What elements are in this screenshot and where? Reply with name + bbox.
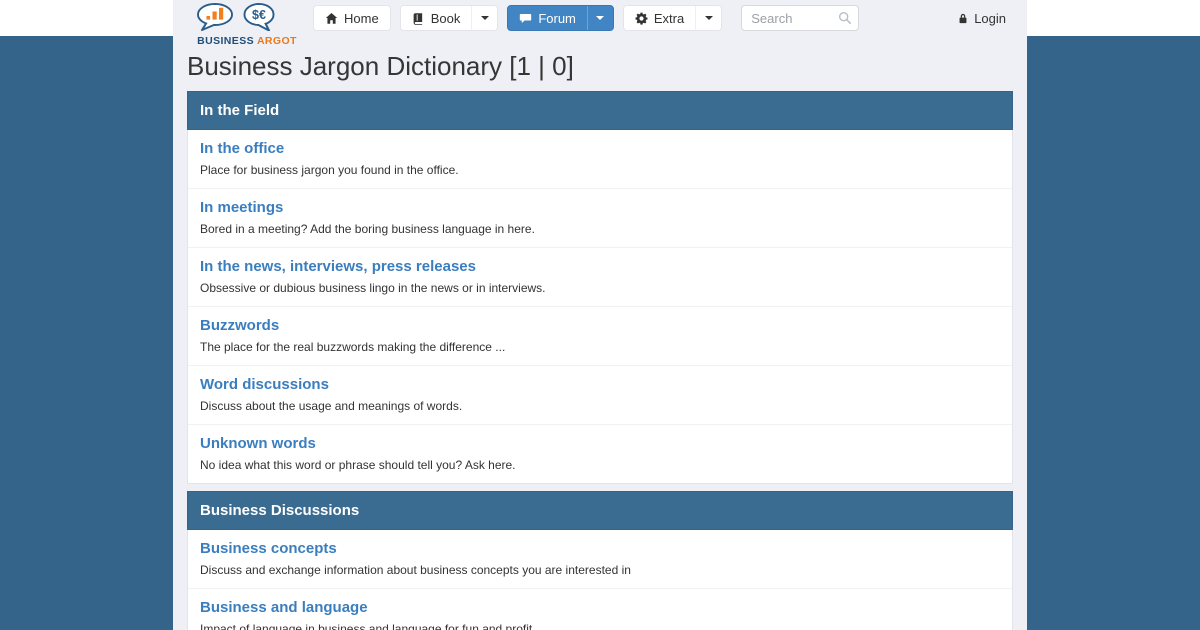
nav-book: Book [400,5,499,31]
nav-extra: Extra [623,5,722,31]
brand-symbols: $€ [252,8,266,22]
brand-bubbles-icon: $€ [193,3,301,31]
chevron-down-icon [705,16,713,20]
search-icon[interactable] [838,11,852,25]
brand-name-secondary: ARGOT [257,35,297,47]
section-items: In the office Place for business jargon … [188,130,1012,483]
nav-extra-button[interactable]: Extra [624,6,695,30]
nav-extra-label: Extra [654,11,684,26]
forum-row: Business concepts Discuss and exchange i… [188,530,1012,589]
section-header-label: In the Field [200,102,279,119]
nav-book-button[interactable]: Book [401,6,472,30]
forum-row: Business and language Impact of language… [188,589,1012,630]
login-label: Login [974,11,1006,26]
brand-logo[interactable]: $€ BUSINESS ARGOT [187,3,307,47]
nav-home-button[interactable]: Home [314,6,390,30]
home-icon [325,12,338,25]
forum-section-panel: Business Discussions Business concepts D… [187,491,1013,630]
forum-sections: In the Field In the office Place for bus… [173,91,1027,630]
forum-title-link[interactable]: Buzzwords [200,317,279,334]
chevron-down-icon [481,16,489,20]
forum-description: The place for the real buzzwords making … [200,340,1000,354]
section-header-label: Business Discussions [200,502,359,519]
nav-book-label: Book [431,11,461,26]
forum-title-link[interactable]: Business concepts [200,540,337,557]
nav-forum-dropdown-toggle[interactable] [587,6,613,30]
nav-forum: Forum [507,5,614,31]
login-button[interactable]: Login [957,11,1006,26]
forum-row: In meetings Bored in a meeting? Add the … [188,189,1012,248]
forum-description: No idea what this word or phrase should … [200,458,1000,472]
forum-description: Discuss and exchange information about b… [200,563,1000,577]
forum-description: Obsessive or dubious business lingo in t… [200,281,1000,295]
forum-row: In the news, interviews, press releases … [188,248,1012,307]
forum-title-link[interactable]: Business and language [200,599,368,616]
nav-book-dropdown-toggle[interactable] [471,6,497,30]
page-title: Business Jargon Dictionary [1 | 0] [187,51,1013,81]
search-box [741,5,859,31]
forum-title-link[interactable]: In meetings [200,199,283,216]
forum-title-link[interactable]: Word discussions [200,376,329,393]
forum-section-panel: In the Field In the office Place for bus… [187,91,1013,484]
gear-icon [635,12,648,25]
section-header: Business Discussions [187,491,1013,530]
brand-name-primary: BUSINESS [197,35,254,47]
nav-forum-label: Forum [538,11,576,26]
section-items: Business concepts Discuss and exchange i… [188,530,1012,630]
brand-name: BUSINESS ARGOT [187,36,307,47]
forum-row: Unknown words No idea what this word or … [188,425,1012,483]
forum-title-link[interactable]: Unknown words [200,435,316,452]
chat-icon [519,12,532,25]
forum-description: Bored in a meeting? Add the boring busin… [200,222,1000,236]
section-header: In the Field [187,91,1013,130]
forum-description: Discuss about the usage and meanings of … [200,399,1000,413]
forum-title-link[interactable]: In the office [200,140,284,157]
forum-description: Impact of language in business and langu… [200,622,1000,630]
chevron-down-icon [596,16,604,20]
nav-home: Home [313,5,391,31]
forum-row: Word discussions Discuss about the usage… [188,366,1012,425]
forum-title-link[interactable]: In the news, interviews, press releases [200,258,476,275]
forum-row: Buzzwords The place for the real buzzwor… [188,307,1012,366]
forum-row: In the office Place for business jargon … [188,130,1012,189]
nav-extra-dropdown-toggle[interactable] [695,6,721,30]
nav-home-label: Home [344,11,379,26]
page-container: $€ BUSINESS ARGOT Home Book [173,0,1027,630]
forum-description: Place for business jargon you found in t… [200,163,1000,177]
nav-forum-button[interactable]: Forum [508,6,587,30]
navbar: $€ BUSINESS ARGOT Home Book [173,0,1027,36]
book-icon [412,12,425,25]
lock-icon [957,12,969,25]
